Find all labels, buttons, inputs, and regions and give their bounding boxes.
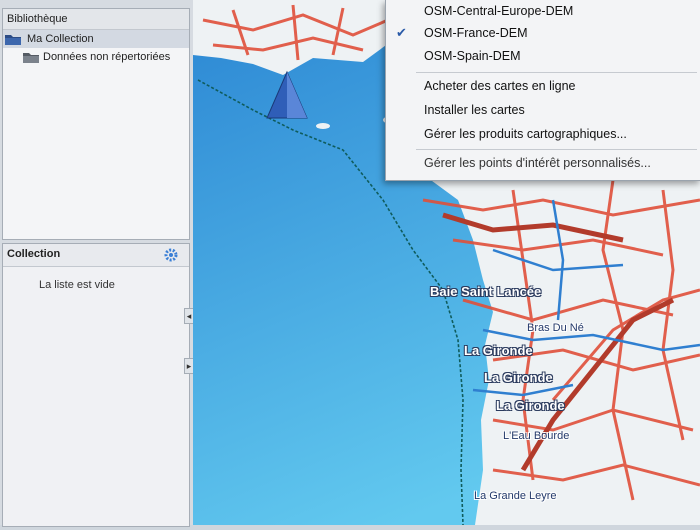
menu-item-label: Acheter des cartes en ligne	[424, 79, 576, 93]
library-item-label: Données non répertoriées	[43, 51, 171, 63]
menu-item-osm-france[interactable]: ✔ OSM-France-DEM	[386, 22, 700, 44]
library-item-donnees[interactable]: Données non répertoriées	[3, 48, 189, 66]
menu-item-label: Installer les cartes	[424, 103, 525, 117]
collection-header-label: Collection	[7, 248, 61, 260]
collection-header: Collection	[3, 244, 189, 264]
gear-icon[interactable]	[163, 247, 179, 263]
menu-separator	[416, 149, 697, 150]
map-products-menu: OSM-Central-Europe-DEM ✔ OSM-France-DEM …	[385, 0, 700, 181]
collection-panel: Collection La liste est vide	[2, 243, 190, 527]
menu-item-osm-central-europe[interactable]: OSM-Central-Europe-DEM	[386, 0, 700, 22]
menu-item-label: OSM-Central-Europe-DEM	[424, 4, 574, 18]
menu-item-label: OSM-Spain-DEM	[424, 49, 521, 63]
menu-item-label: OSM-France-DEM	[424, 26, 528, 40]
map-label-bras: Bras Du Né	[527, 322, 584, 334]
library-item-ma-collection[interactable]: Ma Collection	[3, 30, 189, 48]
library-header-label: Bibliothèque	[7, 13, 68, 25]
library-panel: Bibliothèque Ma Collection Données non r…	[2, 8, 190, 240]
map-label-gironde: La Gironde	[496, 398, 565, 413]
folder-icon	[23, 53, 39, 63]
folder-icon	[5, 35, 21, 45]
library-header: Bibliothèque	[3, 9, 189, 30]
menu-item-installer[interactable]: Installer les cartes	[386, 99, 700, 121]
menu-separator	[416, 72, 697, 73]
menu-item-label: Gérer les points d'intérêt personnalisés…	[424, 156, 651, 170]
left-panel: Bibliothèque Ma Collection Données non r…	[0, 0, 194, 527]
menu-item-osm-spain[interactable]: OSM-Spain-DEM	[386, 45, 700, 67]
map-label-baie: Baie Saint Lancée	[430, 284, 542, 299]
library-item-label: Ma Collection	[27, 33, 94, 45]
map-label-eau-bourde: L'Eau Bourde	[503, 430, 570, 442]
map-label-grande-leyre: La Grande Leyre	[474, 490, 557, 502]
empty-list-text: La liste est vide	[39, 279, 115, 291]
collection-list[interactable]: La liste est vide	[3, 266, 189, 526]
island	[316, 123, 330, 129]
menu-item-gerer-produits[interactable]: Gérer les produits cartographiques...	[386, 123, 700, 145]
menu-item-acheter[interactable]: Acheter des cartes en ligne	[386, 75, 700, 97]
map-label-gironde: La Gironde	[464, 343, 533, 358]
checkmark-icon: ✔	[396, 25, 407, 40]
map-label-gironde: La Gironde	[484, 370, 553, 385]
menu-item-gerer-poi[interactable]: Gérer les points d'intérêt personnalisés…	[386, 152, 700, 174]
menu-item-label: Gérer les produits cartographiques...	[424, 127, 627, 141]
